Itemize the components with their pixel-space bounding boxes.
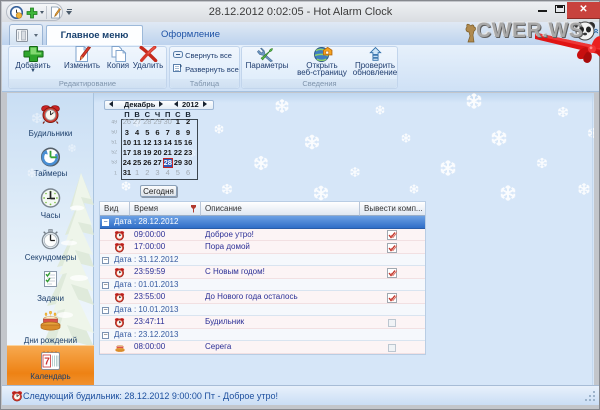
svg-text:7: 7	[44, 357, 50, 368]
